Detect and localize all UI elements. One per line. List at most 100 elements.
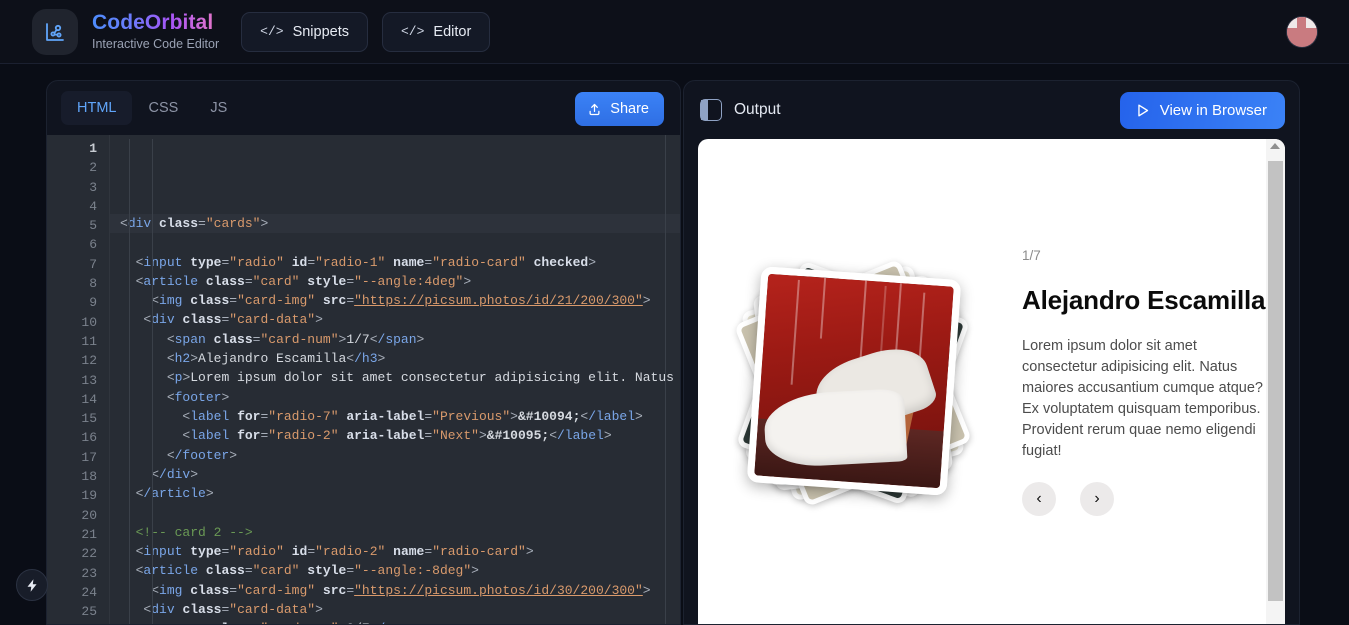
code-line: <article class="card" style="--angle:4de…	[110, 272, 680, 291]
code-line: <div class="card-data">	[110, 310, 680, 329]
code-line: <img class="card-img" src="https://picsu…	[110, 581, 680, 600]
code-line: <span class="card-num">2/7</span>	[110, 619, 680, 624]
tab-css[interactable]: CSS	[132, 91, 194, 125]
code-line: <input type="radio" id="radio-2" name="r…	[110, 542, 680, 561]
code-line: <div class="card-data">	[110, 600, 680, 619]
line-number: 21	[47, 525, 109, 544]
line-number: 16	[47, 428, 109, 447]
share-button[interactable]: Share	[575, 92, 664, 126]
card-title: Alejandro Escamilla	[1022, 285, 1266, 316]
line-number: 25	[47, 602, 109, 621]
nav-snippets-label: Snippets	[293, 24, 349, 40]
view-in-browser-button[interactable]: View in Browser	[1120, 92, 1285, 129]
code-line: <p>Lorem ipsum dolor sit amet consectetu…	[110, 368, 680, 387]
scrollbar-thumb[interactable]	[1268, 161, 1283, 601]
line-number: 12	[47, 351, 109, 370]
line-number: 3	[47, 178, 109, 197]
share-label: Share	[610, 101, 649, 117]
nav-editor-button[interactable]: </> Editor	[382, 12, 490, 52]
tab-js[interactable]: JS	[194, 91, 243, 125]
line-number: 18	[47, 467, 109, 486]
card-text-block: 1/7 Alejandro Escamilla Lorem ipsum dolo…	[1022, 248, 1266, 516]
line-number: 17	[47, 448, 109, 467]
line-number: 2	[47, 158, 109, 177]
line-number: 9	[47, 293, 109, 312]
code-line: <article class="card" style="--angle:-8d…	[110, 561, 680, 580]
card-image-stack	[730, 257, 980, 507]
line-number: 5	[47, 216, 109, 235]
code-area[interactable]: 1234567891011121314151617181920212223242…	[47, 135, 680, 624]
code-line: </div>	[110, 465, 680, 484]
line-number: 24	[47, 583, 109, 602]
line-number: 20	[47, 506, 109, 525]
avatar-shape-left	[1287, 28, 1294, 36]
code-line: <div class="cards">	[110, 214, 680, 233]
app-header: CodeOrbital Interactive Code Editor </> …	[0, 0, 1349, 64]
preview-scrollbar[interactable]	[1266, 139, 1285, 624]
shoe-photo	[754, 273, 954, 487]
code-line: <label for="radio-2" aria-label="Next">&…	[110, 426, 680, 445]
tab-html[interactable]: HTML	[61, 91, 132, 125]
output-title: Output	[734, 101, 781, 119]
code-line: <!-- card 2 -->	[110, 523, 680, 542]
upload-icon	[587, 102, 602, 117]
card-image	[747, 266, 962, 495]
output-panel: Output View in Browser	[683, 80, 1300, 625]
code-editor-panel: HTML CSS JS Share 1234567891011121314151…	[46, 80, 681, 625]
prev-button[interactable]: ‹	[1022, 482, 1056, 516]
line-number: 22	[47, 544, 109, 563]
avatar[interactable]	[1287, 17, 1317, 47]
lightning-bolt-icon	[25, 578, 40, 593]
app-logo	[32, 9, 78, 55]
code-line: <input type="radio" id="radio-1" name="r…	[110, 253, 680, 272]
brand-block: CodeOrbital Interactive Code Editor	[92, 11, 219, 52]
line-number: 11	[47, 332, 109, 351]
card-description: Lorem ipsum dolor sit amet consectetur a…	[1022, 336, 1266, 462]
brand-title: CodeOrbital	[92, 11, 219, 35]
tab-js-label: JS	[210, 100, 227, 116]
nav-snippets-button[interactable]: </> Snippets	[241, 12, 368, 52]
view-in-browser-label: View in Browser	[1160, 102, 1267, 119]
line-number-gutter: 1234567891011121314151617181920212223242…	[47, 135, 110, 624]
line-number: 19	[47, 486, 109, 505]
line-number: 10	[47, 313, 109, 332]
code-icon: </>	[401, 24, 424, 39]
preview-frame: 1/7 Alejandro Escamilla Lorem ipsum dolo…	[698, 139, 1285, 624]
scroll-up-arrow-icon[interactable]	[1270, 143, 1280, 149]
avatar-shape-right	[1310, 28, 1317, 36]
code-content[interactable]: <div class="cards"> <input type="radio" …	[110, 135, 680, 624]
code-line: <img class="card-img" src="https://picsu…	[110, 291, 680, 310]
code-icon: </>	[260, 24, 283, 39]
line-number: 14	[47, 390, 109, 409]
play-icon	[1134, 102, 1151, 119]
quick-action-button[interactable]	[16, 569, 48, 601]
line-number: 7	[47, 255, 109, 274]
card-nav-footer: ‹ ›	[1022, 482, 1266, 516]
code-line: <h2>Alejandro Escamilla</h3>	[110, 349, 680, 368]
card-number: 1/7	[1022, 248, 1266, 263]
line-number: 13	[47, 371, 109, 390]
tab-css-label: CSS	[148, 100, 178, 116]
line-number: 6	[47, 235, 109, 254]
scatter-chart-icon	[43, 20, 67, 44]
brand-subtitle: Interactive Code Editor	[92, 36, 219, 52]
code-line	[110, 503, 680, 522]
layout-panel-icon	[700, 99, 722, 121]
nav-editor-label: Editor	[433, 24, 471, 40]
code-line: </article>	[110, 484, 680, 503]
code-line: <footer>	[110, 388, 680, 407]
editor-minimap-edge	[665, 135, 666, 624]
code-line: <label for="radio-7" aria-label="Previou…	[110, 407, 680, 426]
line-number: 1	[47, 139, 109, 158]
code-line	[110, 233, 680, 252]
code-line: <span class="card-num">1/7</span>	[110, 330, 680, 349]
code-line: </footer>	[110, 446, 680, 465]
line-number: 23	[47, 564, 109, 583]
line-number: 4	[47, 197, 109, 216]
preview-content: 1/7 Alejandro Escamilla Lorem ipsum dolo…	[698, 139, 1266, 624]
tab-html-label: HTML	[77, 100, 116, 116]
next-button[interactable]: ›	[1080, 482, 1114, 516]
avatar-shape-center	[1297, 17, 1306, 34]
line-number: 15	[47, 409, 109, 428]
output-header: Output View in Browser	[684, 81, 1299, 139]
